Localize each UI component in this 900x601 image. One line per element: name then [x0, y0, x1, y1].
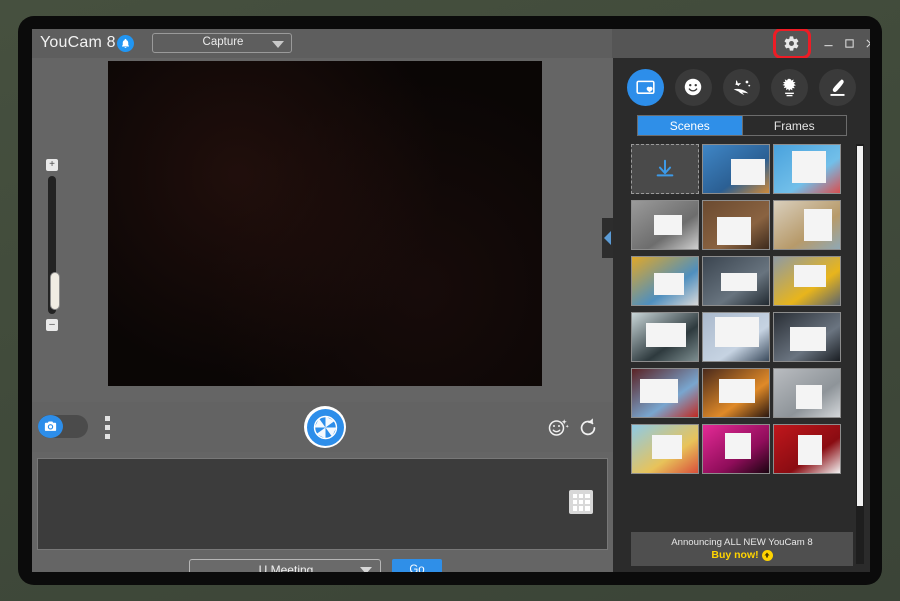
scene-thumbnail[interactable]: [773, 200, 841, 250]
effect-category-scenes[interactable]: [627, 69, 664, 106]
scene-placeholder-area: [715, 317, 759, 347]
scene-placeholder-area: [719, 379, 755, 403]
scene-scrollbar-thumb[interactable]: [857, 146, 863, 506]
captured-media-strip[interactable]: [37, 458, 608, 550]
effect-category-drawing[interactable]: [819, 69, 856, 106]
screen: YouCam 8 Capture: [0, 0, 900, 601]
scene-thumbnail[interactable]: [631, 312, 699, 362]
promo-headline: Announcing ALL NEW YouCam 8: [671, 537, 813, 548]
settings-gear-button[interactable]: [778, 31, 804, 56]
scene-scrollbar[interactable]: [856, 144, 864, 564]
close-button[interactable]: [859, 33, 870, 54]
scene-thumbnail[interactable]: [702, 368, 770, 418]
grid-view-icon: [573, 494, 590, 511]
scene-thumbnail[interactable]: [702, 200, 770, 250]
scene-placeholder-area: [792, 151, 826, 183]
title-bar: YouCam 8 Capture: [32, 29, 870, 58]
chevron-down-icon: [272, 41, 284, 48]
control-bar: [32, 402, 613, 452]
notification-bell-icon[interactable]: [117, 35, 134, 52]
camera-preview: [108, 61, 542, 386]
scene-thumbnail[interactable]: [773, 144, 841, 194]
effects-panel: Scenes Frames Announcing ALL NEW YouCam …: [613, 58, 870, 572]
promo-cta-label: Buy now!: [711, 549, 758, 561]
main-pane: + –: [32, 58, 613, 572]
effects-tab-bar: Scenes Frames: [637, 115, 847, 136]
preview-area: + –: [32, 58, 613, 402]
scene-thumbnail[interactable]: [631, 256, 699, 306]
scene-thumbnail-grid: [631, 144, 853, 564]
scene-placeholder-area: [646, 323, 686, 347]
effect-category-emotions[interactable]: [675, 69, 712, 106]
maximize-button[interactable]: [838, 33, 860, 54]
share-row: U Meeting Go: [32, 555, 613, 572]
grid-view-button[interactable]: [569, 490, 593, 514]
scene-placeholder-area: [731, 159, 765, 185]
scene-placeholder-area: [652, 435, 682, 459]
youcam-window: YouCam 8 Capture: [32, 29, 870, 572]
zoom-out-button[interactable]: –: [46, 319, 58, 331]
share-target-value: U Meeting: [190, 563, 382, 572]
scene-placeholder-area: [654, 215, 682, 235]
capture-mode-toggle[interactable]: [38, 415, 88, 438]
promo-cta[interactable]: Buy now!: [711, 549, 772, 561]
face-beautify-icon[interactable]: [546, 415, 570, 439]
tab-scenes[interactable]: Scenes: [638, 116, 742, 135]
title-bar-right: [612, 29, 870, 58]
rotate-reset-icon[interactable]: [577, 416, 599, 438]
scene-thumbnail[interactable]: [773, 424, 841, 474]
chevron-down-icon: [360, 567, 372, 572]
title-bar-left: YouCam 8 Capture: [32, 29, 612, 58]
zoom-slider[interactable]: + –: [45, 159, 59, 331]
scene-thumbnail[interactable]: [773, 368, 841, 418]
shutter-button[interactable]: [304, 406, 346, 448]
scene-placeholder-area: [794, 265, 826, 287]
scene-thumbnail[interactable]: [702, 312, 770, 362]
shutter-aperture-icon: [307, 409, 344, 446]
scene-placeholder-area: [717, 217, 751, 245]
zoom-in-button[interactable]: +: [46, 159, 58, 171]
zoom-slider-thumb[interactable]: [50, 272, 60, 310]
scene-placeholder-area: [640, 379, 678, 403]
share-target-dropdown[interactable]: U Meeting: [189, 559, 381, 572]
scene-thumbnail[interactable]: [773, 256, 841, 306]
scene-thumbnail[interactable]: [631, 424, 699, 474]
scene-thumbnail[interactable]: [773, 312, 841, 362]
up-arrow-circle-icon: [762, 550, 773, 561]
scene-thumbnail[interactable]: [702, 144, 770, 194]
camera-icon: [38, 415, 63, 438]
effect-category-particles[interactable]: [723, 69, 760, 106]
scene-thumbnail[interactable]: [631, 200, 699, 250]
scene-thumbnail[interactable]: [702, 424, 770, 474]
effect-category-distortions[interactable]: [771, 69, 808, 106]
scene-placeholder-area: [725, 433, 751, 459]
download-arrow-icon: [654, 156, 676, 182]
go-button[interactable]: Go: [392, 559, 442, 572]
scene-placeholder-area: [654, 273, 684, 295]
download-more-scenes-tile[interactable]: [631, 144, 699, 194]
scene-placeholder-area: [796, 385, 822, 409]
minimize-button[interactable]: [817, 33, 839, 54]
app-title: YouCam 8: [40, 34, 116, 52]
scene-placeholder-area: [721, 273, 757, 291]
scene-thumbnail[interactable]: [702, 256, 770, 306]
collapse-panel-button[interactable]: [602, 218, 613, 258]
tab-frames[interactable]: Frames: [742, 116, 847, 135]
chevron-left-icon: [604, 231, 611, 245]
zoom-slider-track[interactable]: [48, 176, 56, 314]
kebab-menu-icon[interactable]: [105, 416, 110, 439]
scene-placeholder-area: [798, 435, 822, 465]
effect-category-bar: [613, 62, 870, 112]
promo-banner[interactable]: Announcing ALL NEW YouCam 8 Buy now!: [631, 532, 853, 566]
scene-thumbnail[interactable]: [631, 368, 699, 418]
scene-placeholder-area: [804, 209, 832, 241]
capture-mode-dropdown[interactable]: Capture: [152, 33, 292, 53]
scene-placeholder-area: [790, 327, 826, 351]
